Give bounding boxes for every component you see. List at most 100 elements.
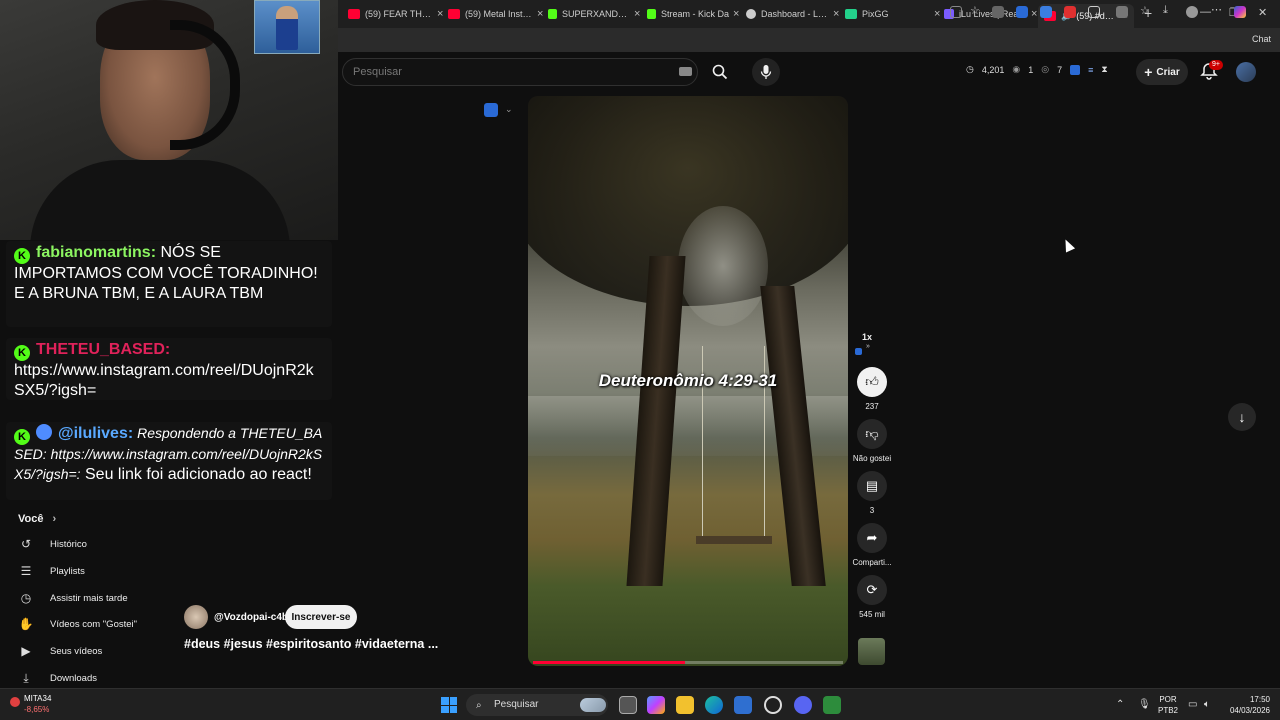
favorites-icon[interactable]: ☆ [1140,4,1152,17]
sidebar-item-watch-later[interactable]: ◷ Assistir mais tarde [18,588,128,608]
split-view-icon[interactable] [950,6,962,18]
extension-icon[interactable] [992,6,1004,18]
video-caption: Deuteronômio 4:29-31 [598,371,778,390]
task-view-icon[interactable] [619,696,637,714]
remix-icon: ⟳ [866,582,878,597]
like-button[interactable]: 👍︎ [857,367,887,397]
views-count: 4,201 [981,64,1005,75]
windows-start-icon[interactable] [441,697,457,713]
search-input[interactable]: Pesquisar [342,58,698,86]
close-icon[interactable]: × [634,8,640,20]
more-icon[interactable]: ⋯ [1211,3,1223,16]
subscribe-button[interactable]: Inscrever-se [285,605,357,629]
extension-icon[interactable] [484,103,498,117]
sidebar-item-label: Histórico [50,538,87,550]
chat-label[interactable]: Chat [1252,34,1271,44]
browser-tab[interactable]: Dashboard - Live × [746,4,839,24]
stock-widget[interactable]: MITA34 -8,65% [24,693,51,715]
dislike-button[interactable]: 👎︎ [857,419,887,449]
star-icon[interactable]: ☆ [970,4,982,17]
browser-tab[interactable]: (59) FEAR THE CI × [348,4,443,24]
browser-tab[interactable]: Stream - Kick Da × [647,4,739,24]
file-explorer-icon[interactable] [676,696,694,714]
comments-button[interactable]: ▤ [857,471,887,501]
app-icon[interactable] [823,696,841,714]
hourglass-icon[interactable]: ⧗ [1101,64,1107,75]
video-progress-fill [533,661,685,664]
sidebar-item-history[interactable]: ↺ Histórico [18,534,87,554]
photos-icon[interactable] [734,696,752,714]
sound-thumbnail[interactable] [858,638,885,665]
close-icon[interactable]: × [934,8,940,20]
browser-tab[interactable]: PixGG × [845,4,940,24]
avatar[interactable] [1236,62,1256,82]
sidebar-item-liked[interactable]: ✋ Vídeos com "Gostei" [18,614,138,634]
extension-icon[interactable] [1116,6,1128,18]
search-icon: ⌕ [476,700,482,711]
tab-title: PixGG [862,9,889,19]
shorts-video-player[interactable]: Deuteronômio 4:29-31 [528,96,848,666]
section-title: Você [18,513,44,525]
downloads-icon[interactable]: ⤓ [1163,4,1175,16]
browser-tab[interactable]: (59) Metal Instrum × [448,4,543,24]
search-icon [712,64,728,80]
youtube-icon [448,9,460,19]
video-hashtags[interactable]: #deus #jesus #espiritosanto #vidaeterna … [184,637,438,651]
browser-tab[interactable]: SUPERXANDAO S × [548,4,640,24]
network-icon[interactable]: ▭ [1188,699,1197,710]
voice-search-button[interactable] [752,58,780,86]
obs-icon[interactable] [764,696,782,714]
keyboard-icon[interactable] [679,67,692,76]
extension-icon[interactable] [1016,6,1028,18]
fast-forward-icon[interactable]: » [866,343,870,350]
playback-speed[interactable]: 1x [862,332,872,342]
kick-badge-icon: K [14,345,30,361]
search-button[interactable] [706,58,734,86]
system-clock[interactable]: 17:50 04/03/2026 [1224,694,1270,716]
weather-icon[interactable] [580,698,606,712]
microphone-icon[interactable]: 🎙︎ [1138,699,1151,710]
download-icon: ⤓ [23,670,29,685]
sidebar-section-you[interactable]: Você › [18,513,56,525]
extension-icon[interactable] [1064,6,1076,18]
chevron-down-icon[interactable]: ⌄ [505,104,513,115]
sidebar-item-downloads[interactable]: ⤓ Downloads [18,668,97,688]
channel-stats: ◷ 4,201 ◉ 1 ◎ 7 ≡ ⧗ [966,64,1108,75]
channel-name[interactable]: @Vozdopai-c4b [214,612,288,623]
clock-date: 04/03/2026 [1229,706,1270,715]
close-window-icon[interactable]: ✕ [1258,6,1267,19]
channel-avatar[interactable] [184,605,208,629]
extensions-puzzle-icon[interactable] [1088,6,1100,18]
copilot-icon[interactable] [647,696,665,714]
chat-username: THETEU_BASED: [36,341,171,358]
sidebar-item-your-videos[interactable]: ▶ Seus vídeos [18,641,102,661]
share-button[interactable]: ➦ [857,523,887,553]
copilot-icon[interactable] [1234,6,1246,18]
stock-change: -8,65% [24,705,50,714]
discord-icon[interactable] [794,696,812,714]
volume-icon[interactable]: 🔈︎ [1204,699,1210,710]
share-icon: ➦ [866,530,878,545]
minimize-icon[interactable]: — [1200,6,1211,18]
language-indicator[interactable]: POR PTB2 [1158,694,1178,716]
close-icon[interactable]: × [437,8,443,20]
menu-lines-icon[interactable]: ≡ [1088,65,1093,75]
sidebar: Você › ↺ Histórico ☰ Playlists ◷ Assistir m… [0,505,338,688]
profile-icon[interactable] [1186,6,1198,18]
close-icon[interactable]: × [733,8,739,20]
next-video-button[interactable]: ↓ [1228,403,1256,431]
close-icon[interactable]: × [537,8,543,20]
close-icon[interactable]: × [833,8,839,20]
tab-title: Dashboard - Live [761,9,829,19]
close-icon[interactable]: × [1031,8,1037,20]
create-button[interactable]: + Criar [1136,59,1188,85]
extension-icon[interactable] [1070,64,1081,75]
remix-button[interactable]: ⟳ [857,575,887,605]
chevron-up-icon[interactable]: ⌃ [1116,699,1124,710]
translate-icon[interactable] [1040,6,1052,18]
notification-badge: 9+ [1209,60,1223,70]
edge-icon[interactable] [705,696,723,714]
sidebar-item-playlists[interactable]: ☰ Playlists [18,561,85,581]
eye-icon: ◉ [1012,64,1021,74]
stream-chat: Kfabianomartins: NÓS SE IMPORTAMOS COM V… [0,240,338,505]
